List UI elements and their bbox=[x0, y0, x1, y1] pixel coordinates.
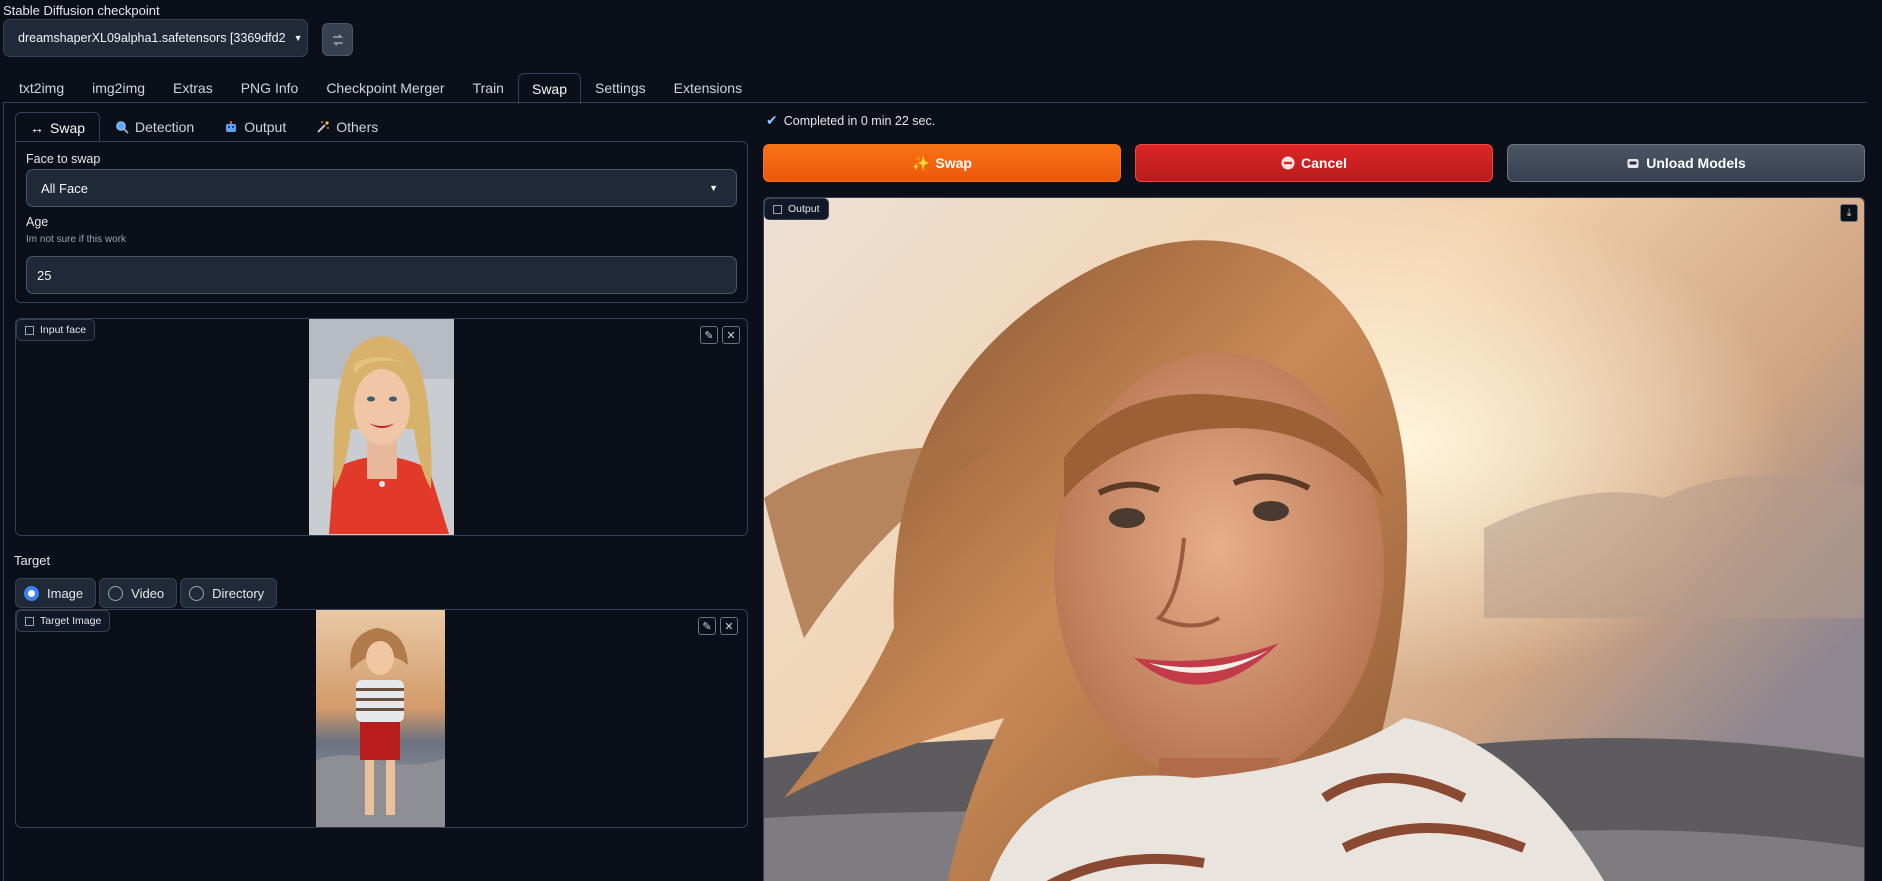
target-video-option[interactable]: Video bbox=[99, 578, 178, 608]
subtab-swap-label: Swap bbox=[50, 119, 86, 136]
main-tabs: txt2img img2img Extras PNG Info Checkpoi… bbox=[5, 72, 756, 104]
image-icon bbox=[773, 204, 782, 214]
edit-icon[interactable]: ✎ bbox=[700, 326, 718, 344]
swap-button-label: Swap bbox=[935, 155, 972, 171]
checkpoint-value: dreamshaperXL09alpha1.safetensors [3369d… bbox=[18, 31, 286, 45]
output-label: Output bbox=[788, 203, 820, 215]
subtab-others-label: Others bbox=[336, 118, 379, 135]
radio-unselected-icon bbox=[189, 585, 205, 601]
magnifier-icon bbox=[116, 120, 129, 134]
chevron-down-icon: ▼ bbox=[293, 33, 303, 43]
tab-checkpoint-merger[interactable]: Checkpoint Merger bbox=[312, 72, 458, 103]
age-label: Age bbox=[26, 215, 49, 229]
subtab-others[interactable]: Others bbox=[301, 111, 393, 141]
image-icon bbox=[25, 325, 34, 335]
face-to-swap-dropdown[interactable]: All Face ▼ bbox=[26, 169, 737, 207]
no-entry-icon bbox=[1281, 156, 1295, 170]
target-video-option-label: Video bbox=[131, 585, 165, 601]
magic-wand-icon bbox=[317, 120, 330, 133]
radio-unselected-icon bbox=[108, 585, 124, 601]
subtab-swap[interactable]: ↔ Swap bbox=[15, 112, 101, 142]
arrows-icon: ↔ bbox=[30, 119, 44, 136]
status-text: Completed in 0 min 22 sec. bbox=[783, 113, 936, 128]
tab-train[interactable]: Train bbox=[459, 72, 518, 103]
checkpoint-dropdown[interactable]: dreamshaperXL09alpha1.safetensors [3369d… bbox=[3, 19, 308, 57]
input-face-photo bbox=[309, 319, 454, 535]
input-face-tag: Input face bbox=[16, 319, 96, 341]
target-type-radio-group: Image Video Directory bbox=[15, 578, 278, 608]
checkmark-icon: ✔ bbox=[766, 112, 778, 128]
radio-selected-icon bbox=[24, 585, 39, 601]
face-to-swap-label: Face to swap bbox=[26, 152, 101, 166]
download-icon[interactable]: ⤓ bbox=[1840, 204, 1858, 222]
target-image-option-label: Image bbox=[47, 585, 84, 601]
input-face-label: Input face bbox=[40, 324, 87, 336]
refresh-icon bbox=[332, 33, 343, 46]
output-image[interactable]: Output ⤓ bbox=[763, 197, 1865, 881]
target-directory-option[interactable]: Directory bbox=[180, 578, 278, 608]
cancel-button-label: Cancel bbox=[1301, 155, 1347, 171]
subtab-output[interactable]: Output bbox=[209, 111, 301, 141]
edit-icon[interactable]: ✎ bbox=[698, 617, 716, 635]
age-info: Im not sure if this work bbox=[26, 234, 127, 245]
subtab-detection-label: Detection bbox=[135, 118, 195, 135]
swap-button[interactable]: ✨ Swap bbox=[763, 144, 1121, 182]
age-input[interactable] bbox=[26, 256, 737, 294]
close-icon[interactable]: ✕ bbox=[722, 326, 740, 344]
panel-border bbox=[3, 102, 4, 881]
input-face-image[interactable]: Input face ✎ ✕ bbox=[15, 318, 748, 536]
output-photo bbox=[764, 198, 1864, 881]
tab-txt2img[interactable]: txt2img bbox=[5, 72, 78, 103]
subtab-output-label: Output bbox=[244, 118, 287, 135]
robot-icon bbox=[1627, 159, 1639, 168]
unload-models-button-label: Unload Models bbox=[1646, 155, 1746, 171]
target-image-tag: Target Image bbox=[16, 610, 111, 632]
tab-swap[interactable]: Swap bbox=[517, 73, 582, 104]
target-image[interactable]: Target Image ✎ ✕ bbox=[15, 609, 748, 828]
target-label: Target bbox=[14, 553, 51, 568]
subtab-detection[interactable]: Detection bbox=[100, 111, 209, 141]
tab-settings[interactable]: Settings bbox=[581, 72, 660, 103]
target-image-label: Target Image bbox=[40, 615, 102, 627]
image-icon bbox=[25, 616, 34, 626]
target-photo bbox=[316, 610, 445, 827]
face-to-swap-value: All Face bbox=[41, 180, 88, 196]
checkpoint-label: Stable Diffusion checkpoint bbox=[3, 3, 160, 18]
close-icon[interactable]: ✕ bbox=[720, 617, 738, 635]
output-tag: Output bbox=[764, 198, 829, 220]
tab-divider bbox=[3, 102, 1867, 103]
status-message: ✔ Completed in 0 min 22 sec. bbox=[766, 112, 935, 129]
swap-sub-tabs: ↔ Swap Detection Output Others bbox=[15, 111, 393, 142]
tab-img2img[interactable]: img2img bbox=[78, 72, 159, 103]
tab-extensions[interactable]: Extensions bbox=[660, 72, 756, 103]
target-directory-option-label: Directory bbox=[212, 585, 265, 601]
tab-png-info[interactable]: PNG Info bbox=[227, 72, 313, 103]
target-image-option[interactable]: Image bbox=[15, 578, 97, 608]
tab-extras[interactable]: Extras bbox=[159, 72, 227, 103]
refresh-checkpoint-button[interactable] bbox=[322, 23, 353, 56]
chevron-down-icon: ▼ bbox=[709, 183, 718, 193]
unload-models-button[interactable]: Unload Models bbox=[1507, 144, 1865, 182]
robot-icon bbox=[226, 120, 237, 132]
sparkles-icon: ✨ bbox=[911, 154, 930, 171]
cancel-button[interactable]: Cancel bbox=[1135, 144, 1493, 182]
